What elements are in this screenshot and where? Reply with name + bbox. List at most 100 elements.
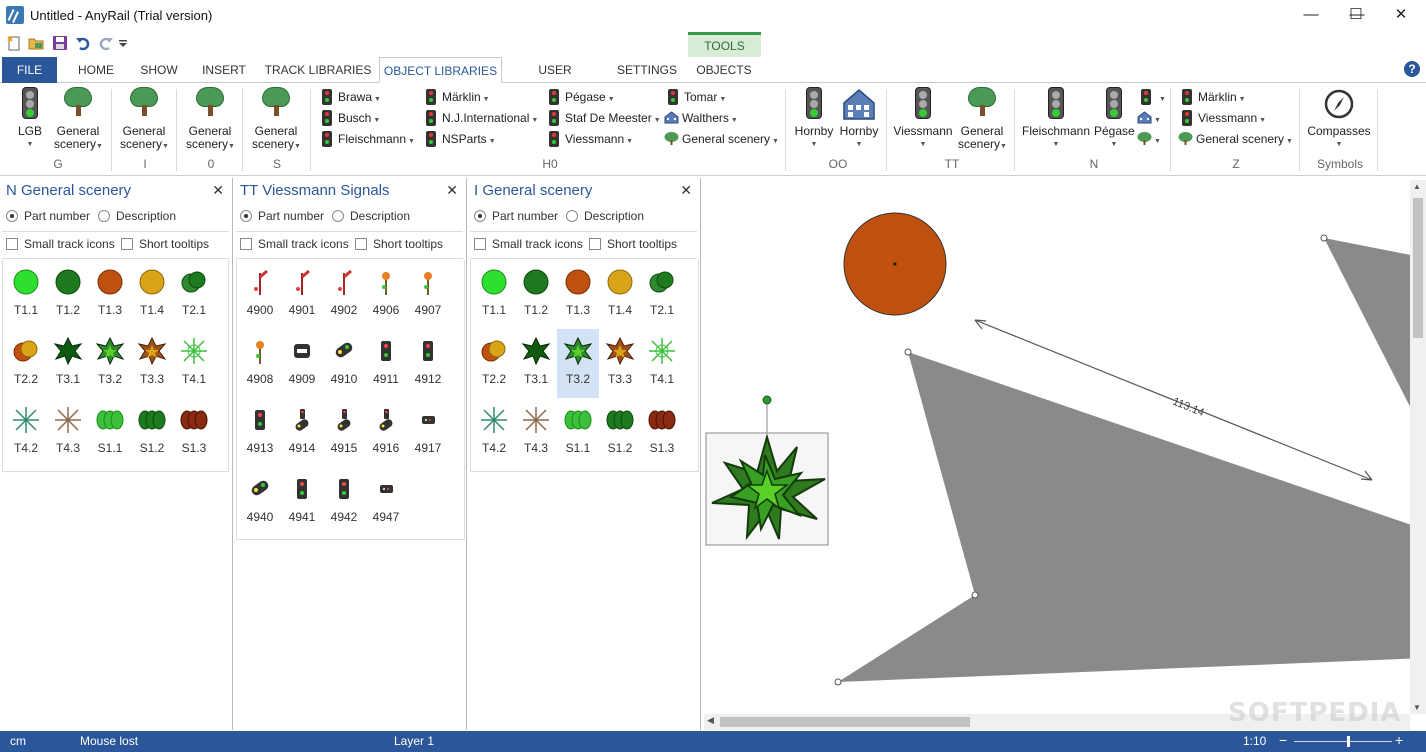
n-pegase-button[interactable]: Pégase ▼ <box>1094 87 1135 151</box>
zoom-out-button[interactable]: − <box>1279 732 1287 748</box>
library-item[interactable]: T1.3 <box>557 260 599 329</box>
h0-general-scenery-dropdown[interactable]: General scenery ▼ <box>664 130 779 148</box>
h0-tomar-dropdown[interactable]: Tomar ▼ <box>668 88 726 106</box>
tab-insert[interactable]: INSERT <box>196 57 252 83</box>
tab-objects[interactable]: OBJECTS <box>692 57 756 83</box>
library-item[interactable]: S1.3 <box>173 398 215 467</box>
library-item[interactable]: T1.2 <box>515 260 557 329</box>
library-item[interactable]: T4.2 <box>5 398 47 467</box>
i-general-scenery-button[interactable]: General scenery▼ <box>120 87 169 153</box>
tab-user-objects[interactable]: USER OBJECTS <box>510 57 600 103</box>
close-icon[interactable]: ✕ <box>680 182 692 199</box>
library-item[interactable]: 4902 <box>323 260 365 329</box>
oo-hornby-signals-button[interactable]: Hornby ▼ <box>793 87 835 151</box>
layer-indicator[interactable]: Layer 1 <box>394 734 434 748</box>
h0-busch-dropdown[interactable]: Busch ▼ <box>322 109 380 127</box>
tab-settings[interactable]: SETTINGS <box>612 57 682 83</box>
close-icon[interactable]: ✕ <box>446 182 458 199</box>
tt-general-scenery-button[interactable]: General scenery▼ <box>958 87 1007 153</box>
library-item[interactable]: T3.3 <box>131 329 173 398</box>
library-item[interactable]: 4940 <box>239 467 281 536</box>
close-icon[interactable]: ✕ <box>212 182 224 199</box>
library-item[interactable]: S1.2 <box>131 398 173 467</box>
library-item[interactable]: 4909 <box>281 329 323 398</box>
library-item[interactable]: T1.4 <box>131 260 173 329</box>
library-item[interactable]: T3.3 <box>599 329 641 398</box>
library-item[interactable]: T3.1 <box>47 329 89 398</box>
h0-fleischmann-dropdown[interactable]: Fleischmann ▼ <box>322 130 415 148</box>
library-item[interactable]: 4907 <box>407 260 449 329</box>
description-radio[interactable]: Description <box>566 209 644 223</box>
library-item[interactable]: 4901 <box>281 260 323 329</box>
node-handle[interactable] <box>971 591 979 599</box>
n-signals-more-dropdown[interactable]: ▼ <box>1141 88 1166 106</box>
tab-track-libraries[interactable]: TRACK LIBRARIES <box>264 57 372 83</box>
library-item[interactable]: 4917 <box>407 398 449 467</box>
library-item[interactable]: 4900 <box>239 260 281 329</box>
undo-icon[interactable] <box>75 35 91 51</box>
save-icon[interactable] <box>52 35 68 51</box>
redo-icon[interactable] <box>98 35 114 51</box>
library-item[interactable]: T1.2 <box>47 260 89 329</box>
h0-pegase-dropdown[interactable]: Pégase ▼ <box>549 88 615 106</box>
library-item[interactable]: 4912 <box>407 329 449 398</box>
library-item[interactable]: 4914 <box>281 398 323 467</box>
h0-nsparts-dropdown[interactable]: NSParts ▼ <box>426 130 496 148</box>
library-item[interactable]: T3.2 <box>557 329 599 398</box>
n-scenery-dropdown[interactable]: ▼ <box>1137 130 1161 148</box>
library-item[interactable]: T4.2 <box>473 398 515 467</box>
tab-object-libraries[interactable]: OBJECT LIBRARIES <box>379 57 502 83</box>
library-item[interactable]: S1.1 <box>89 398 131 467</box>
zoom-in-button[interactable]: + <box>1395 732 1403 748</box>
small-track-icons-checkbox[interactable]: Small track icons <box>6 237 115 251</box>
library-item[interactable]: T4.3 <box>47 398 89 467</box>
anyrail-app-icon[interactable] <box>6 6 24 24</box>
tools-contextual-tab[interactable]: TOOLS <box>688 32 761 57</box>
library-item[interactable]: 4910 <box>323 329 365 398</box>
part-number-radio[interactable]: Part number <box>240 209 324 223</box>
h0-nj-international-dropdown[interactable]: N.J.International ▼ <box>426 109 538 127</box>
library-item[interactable]: T1.1 <box>473 260 515 329</box>
tab-file[interactable]: FILE <box>2 57 57 83</box>
h0-brawa-dropdown[interactable]: Brawa ▼ <box>322 88 381 106</box>
minimize-btn[interactable]: — <box>1288 0 1334 32</box>
lgb-button[interactable]: LGB ▼ <box>12 87 48 151</box>
library-item[interactable]: S1.3 <box>641 398 683 467</box>
part-number-radio[interactable]: Part number <box>6 209 90 223</box>
short-tooltips-checkbox[interactable]: Short tooltips <box>355 237 443 251</box>
s-general-scenery-button[interactable]: General scenery▼ <box>252 87 301 153</box>
node-handle[interactable] <box>834 678 842 686</box>
library-item[interactable]: T1.1 <box>5 260 47 329</box>
library-item[interactable]: 4916 <box>365 398 407 467</box>
library-item[interactable]: T4.1 <box>173 329 215 398</box>
description-radio[interactable]: Description <box>332 209 410 223</box>
h0-marklin-dropdown[interactable]: Märklin ▼ <box>426 88 490 106</box>
n-buildings-dropdown[interactable]: ▼ <box>1137 109 1161 127</box>
node-handle[interactable] <box>1320 234 1328 242</box>
library-item[interactable]: 4913 <box>239 398 281 467</box>
tab-show[interactable]: SHOW <box>133 57 185 83</box>
h0-walthers-dropdown[interactable]: Walthers ▼ <box>664 109 738 127</box>
n-fleischmann-button[interactable]: Fleischmann ▼ <box>1022 87 1090 151</box>
library-item[interactable]: S1.1 <box>557 398 599 467</box>
h0-staf-de-meester-dropdown[interactable]: Staf De Meester ▼ <box>549 109 661 127</box>
library-item[interactable]: S1.2 <box>599 398 641 467</box>
rotate-handle[interactable] <box>762 395 772 405</box>
open-folder-icon[interactable] <box>28 35 44 51</box>
library-item[interactable]: T4.3 <box>515 398 557 467</box>
z-marklin-dropdown[interactable]: Märklin ▼ <box>1182 88 1246 106</box>
oo-hornby-buildings-button[interactable]: Hornby ▼ <box>838 87 880 151</box>
library-item[interactable]: 4947 <box>365 467 407 536</box>
small-track-icons-checkbox[interactable]: Small track icons <box>474 237 583 251</box>
library-item[interactable]: T1.4 <box>599 260 641 329</box>
library-item[interactable]: 4942 <box>323 467 365 536</box>
compasses-button[interactable]: Compasses ▼ <box>1306 87 1372 151</box>
zoom-slider[interactable] <box>1294 741 1392 742</box>
library-item[interactable]: 4915 <box>323 398 365 467</box>
zero-general-scenery-button[interactable]: General scenery▼ <box>186 87 235 153</box>
small-track-icons-checkbox[interactable]: Small track icons <box>240 237 349 251</box>
help-icon[interactable]: ? <box>1404 61 1420 77</box>
z-viessmann-dropdown[interactable]: Viessmann ▼ <box>1182 109 1266 127</box>
close-button[interactable]: ✕ <box>1378 0 1424 32</box>
vertical-scrollbar[interactable]: ▲ ▼ <box>1410 180 1426 714</box>
